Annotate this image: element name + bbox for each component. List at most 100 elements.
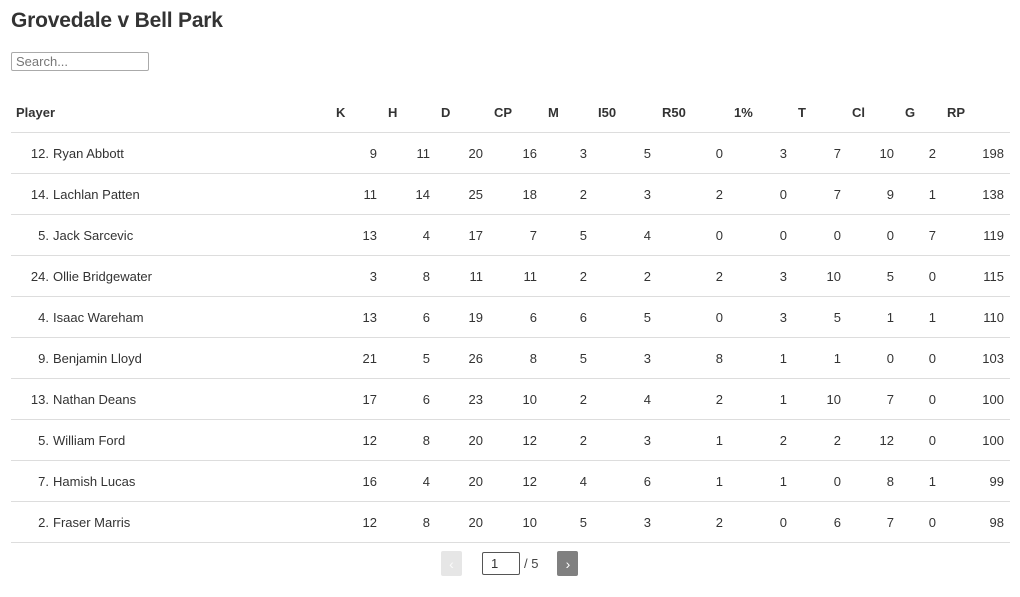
table-row: 12. Ryan Abbott 9 11 20 16 3 5 0 3 7 10 2 198 [11,132,1010,174]
table-row: 9. Benjamin Lloyd 21 5 26 8 5 3 8 1 1 0 0 103 [11,337,1010,379]
stat-cell-g: 1 [900,173,942,215]
stat-cell-1pct: 1 [729,337,793,379]
column-header-i50[interactable]: I50 [593,92,657,133]
column-header-k[interactable]: K [331,92,383,133]
player-cell: 4. Isaac Wareham [11,296,331,338]
stat-cell-h: 4 [383,460,436,502]
player-cell: 5. William Ford [11,419,331,461]
player-name: Hamish Lucas [53,473,136,489]
player-name: Ryan Abbott [53,145,124,161]
player-number: 4. [38,309,49,325]
stat-cell-r50: 8 [657,337,729,379]
stat-cell-t: 1 [793,337,847,379]
column-header-rp[interactable]: RP [942,92,1010,133]
player-number: 7. [38,473,49,489]
stat-cell-cl: 10 [847,132,900,174]
stat-cell-t: 10 [793,378,847,420]
player-name: Fraser Marris [53,514,131,530]
stat-cell-cp: 8 [489,337,543,379]
column-header-cp[interactable]: CP [489,92,543,133]
stat-cell-m: 5 [543,337,593,379]
stat-cell-h: 6 [383,378,436,420]
stat-cell-g: 0 [900,501,942,543]
column-header-g[interactable]: G [900,92,942,133]
stat-cell-cl: 8 [847,460,900,502]
table-row: 2. Fraser Marris 12 8 20 10 5 3 2 0 6 7 0 98 [11,501,1010,543]
stat-cell-rp: 98 [942,501,1010,543]
column-header-cl[interactable]: Cl [847,92,900,133]
stat-cell-rp: 119 [942,214,1010,256]
search-input[interactable] [11,52,149,71]
stat-cell-r50: 0 [657,296,729,338]
stat-cell-i50: 4 [593,214,657,256]
stat-cell-1pct: 0 [729,214,793,256]
stat-cell-rp: 198 [942,132,1010,174]
page-title: Grovedale v Bell Park [11,9,223,32]
stat-cell-g: 0 [900,337,942,379]
player-number: 5. [38,227,49,243]
stat-cell-r50: 0 [657,214,729,256]
stat-cell-rp: 99 [942,460,1010,502]
stat-cell-m: 2 [543,378,593,420]
player-number: 5. [38,432,49,448]
stat-cell-cp: 10 [489,501,543,543]
stat-cell-h: 8 [383,501,436,543]
chevron-left-icon: ‹ [449,555,454,572]
player-cell: 7. Hamish Lucas [11,460,331,502]
stat-cell-cl: 12 [847,419,900,461]
player-cell: 9. Benjamin Lloyd [11,337,331,379]
player-name: Benjamin Lloyd [53,350,142,366]
table-row: 4. Isaac Wareham 13 6 19 6 6 5 0 3 5 1 1 110 [11,296,1010,338]
stat-cell-i50: 3 [593,419,657,461]
stat-cell-m: 5 [543,214,593,256]
stat-cell-k: 11 [331,173,383,215]
stat-cell-d: 23 [436,378,489,420]
stat-cell-h: 14 [383,173,436,215]
column-header-d[interactable]: D [436,92,489,133]
stat-cell-1pct: 1 [729,460,793,502]
stat-cell-rp: 138 [942,173,1010,215]
stat-cell-d: 11 [436,255,489,297]
column-header-1pct[interactable]: 1% [729,92,793,133]
column-header-r50[interactable]: R50 [657,92,729,133]
stat-cell-t: 10 [793,255,847,297]
player-cell: 5. Jack Sarcevic [11,214,331,256]
player-cell: 13. Nathan Deans [11,378,331,420]
page-number-input[interactable] [482,552,520,575]
column-header-t[interactable]: T [793,92,847,133]
stat-cell-cl: 1 [847,296,900,338]
stat-cell-d: 17 [436,214,489,256]
player-number: 14. [30,186,49,202]
stat-cell-k: 16 [331,460,383,502]
stat-cell-cp: 11 [489,255,543,297]
stat-cell-g: 7 [900,214,942,256]
stat-cell-1pct: 3 [729,255,793,297]
stat-cell-t: 2 [793,419,847,461]
stat-cell-m: 6 [543,296,593,338]
stat-cell-k: 21 [331,337,383,379]
stat-cell-i50: 6 [593,460,657,502]
stat-cell-i50: 3 [593,337,657,379]
player-name: Nathan Deans [53,391,137,407]
page-total: / 5 [524,556,539,571]
prev-page-button[interactable]: ‹ [441,551,462,576]
column-header-player[interactable]: Player [11,92,331,133]
stat-cell-cp: 7 [489,214,543,256]
column-header-m[interactable]: M [543,92,593,133]
next-page-button[interactable]: › [557,551,579,576]
stat-cell-rp: 110 [942,296,1010,338]
table-row: 14. Lachlan Patten 11 14 25 18 2 3 2 0 7 9 1 138 [11,173,1010,215]
stat-cell-g: 0 [900,378,942,420]
stat-cell-g: 0 [900,255,942,297]
column-header-h[interactable]: H [383,92,436,133]
player-cell: 12. Ryan Abbott [11,132,331,174]
player-name: Jack Sarcevic [53,227,134,243]
stat-cell-cp: 10 [489,378,543,420]
stat-cell-d: 20 [436,419,489,461]
player-number: 12. [30,145,49,161]
chevron-right-icon: › [565,555,571,572]
player-name: Lachlan Patten [53,186,140,202]
stat-cell-t: 6 [793,501,847,543]
table-row: 7. Hamish Lucas 16 4 20 12 4 6 1 1 0 8 1 99 [11,460,1010,502]
stat-cell-r50: 2 [657,501,729,543]
